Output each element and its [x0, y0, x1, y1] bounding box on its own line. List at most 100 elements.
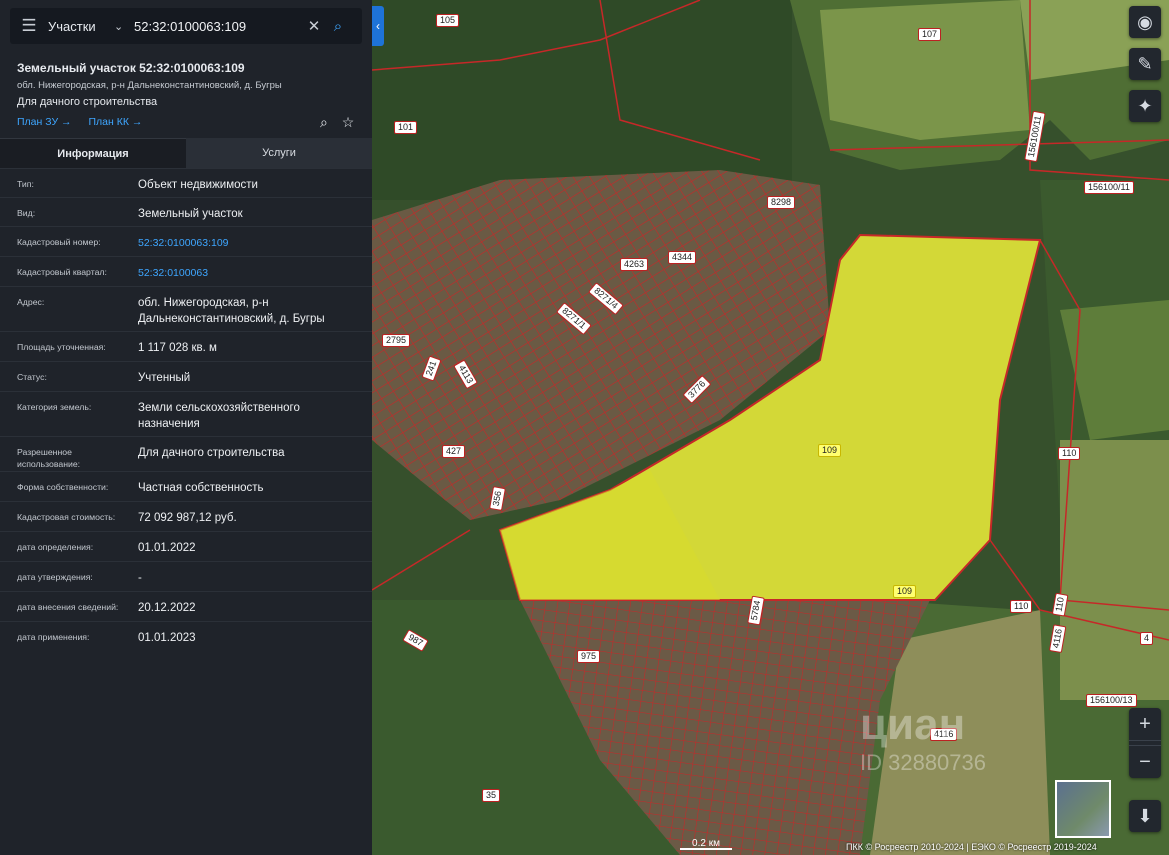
locate-button[interactable]: ✦ — [1129, 90, 1161, 122]
attribute-label: Статус: — [17, 372, 47, 382]
download-button[interactable]: ⬇ — [1129, 800, 1161, 832]
attribute-label: дата применения: — [17, 632, 90, 642]
attribute-row: дата утверждения: - — [0, 561, 372, 591]
plan-links: План ЗУ → План КК → — [17, 116, 156, 128]
cadastral-number-link[interactable]: 52:32:0100063:109 — [138, 235, 358, 251]
attribute-label: Площадь уточненная: — [17, 342, 106, 352]
attribute-value: Для дачного строительства — [138, 447, 285, 459]
attribute-row: Разрешенное использование: Для дачного с… — [0, 436, 372, 471]
attribute-value: - — [138, 572, 142, 584]
attribute-row: Кадастровая стоимость: 72 092 987,12 руб… — [0, 501, 372, 531]
search-input[interactable] — [132, 17, 304, 35]
parcel-label-selected: 109 — [818, 444, 842, 457]
attribute-label: Кадастровый квартал: — [17, 267, 107, 277]
parcel-label: 8298 — [767, 196, 796, 209]
attribute-value: 01.01.2022 — [138, 542, 196, 554]
parcel-label: 975 — [577, 650, 601, 663]
attribute-label: Адрес: — [17, 297, 45, 307]
plus-icon: + — [1139, 712, 1151, 735]
attribute-row: Адрес: обл. Нижегородская, р-н Дальнекон… — [0, 286, 372, 331]
header-actions: ⌕ ☆ — [320, 114, 364, 131]
attribute-row: дата определения: 01.01.2022 — [0, 531, 372, 561]
tab-services[interactable]: Услуги — [186, 138, 372, 168]
attribute-value: 1 117 028 кв. м — [138, 342, 217, 354]
crosshair-icon: ✦ — [1137, 95, 1153, 116]
attribute-value: обл. Нижегородская, р-н Дальнеконстантин… — [138, 297, 325, 325]
tab-bar: Информация Услуги — [0, 138, 372, 168]
parcel-label: 427 — [442, 445, 466, 458]
search-bar: ☰ Участки ⌄ ✕ ⌕ — [10, 8, 362, 44]
close-icon[interactable]: ✕ — [304, 17, 324, 35]
plan-zu-link[interactable]: План ЗУ → — [17, 116, 72, 128]
search-icon[interactable]: ⌕ — [324, 18, 352, 35]
cadastral-quarter-link[interactable]: 52:32:0100063 — [138, 265, 358, 281]
layers-button[interactable]: ◉ — [1129, 6, 1161, 38]
zoom-to-object-icon[interactable]: ⌕ — [320, 114, 328, 130]
globe-icon: ◉ — [1137, 11, 1153, 32]
attribute-label: Разрешенное использование: — [17, 447, 81, 469]
parcel-label: 105 — [436, 14, 460, 27]
attribute-label: Вид: — [17, 208, 36, 218]
watermark-id: ID 32880736 — [860, 750, 986, 775]
parcel-label: 110 — [1058, 447, 1081, 460]
download-icon: ⬇ — [1137, 805, 1153, 826]
ruler-icon: ✎ — [1137, 53, 1153, 74]
collapse-panel-button[interactable]: ‹ — [372, 6, 384, 46]
measure-button[interactable]: ✎ — [1129, 48, 1161, 80]
attribute-label: дата внесения сведений: — [17, 602, 119, 612]
attribute-value: 20.12.2022 — [138, 602, 196, 614]
attribute-label: дата определения: — [17, 542, 94, 552]
zoom-in-button[interactable]: + — [1129, 708, 1161, 740]
attribute-row: дата применения: 01.01.2023 — [0, 621, 372, 651]
tab-information[interactable]: Информация — [0, 138, 186, 168]
parcel-label: 4 — [1140, 632, 1154, 645]
watermark-text: циан — [860, 700, 966, 749]
object-address: обл. Нижегородская, р-н Дальнеконстантин… — [17, 80, 282, 91]
attribute-row: дата внесения сведений: 20.12.2022 — [0, 591, 372, 621]
attribute-row: Статус: Учтенный — [0, 361, 372, 391]
attribute-row: Тип: Объект недвижимости — [0, 168, 372, 197]
parcel-label-selected: 109 — [893, 585, 917, 598]
attribute-row: Категория земель: Земли сельскохозяйстве… — [0, 391, 372, 436]
watermark: циан ID 32880736 — [860, 700, 986, 776]
parcel-label: 110 — [1010, 600, 1033, 613]
attribute-list: Тип: Объект недвижимости Вид: Земельный … — [0, 168, 372, 651]
parcel-label: 4263 — [620, 258, 649, 271]
parcel-label: 4344 — [668, 251, 697, 264]
parcel-label: 35 — [482, 789, 501, 802]
attribute-row: Вид: Земельный участок — [0, 197, 372, 226]
attribute-value: 01.01.2023 — [138, 632, 196, 644]
zoom-out-button[interactable]: − — [1129, 746, 1161, 778]
attribute-label: Кадастровая стоимость: — [17, 512, 116, 522]
attribute-row: Площадь уточненная: 1 117 028 кв. м — [0, 331, 372, 361]
object-title: Земельный участок 52:32:0100063:109 — [17, 61, 245, 75]
parcel-label: 107 — [918, 28, 942, 41]
chevron-down-icon[interactable]: ⌄ — [114, 20, 132, 33]
chevron-left-icon: ‹ — [376, 19, 380, 33]
hamburger-icon[interactable]: ☰ — [10, 16, 48, 36]
attribute-label: дата утверждения: — [17, 572, 93, 582]
zoom-controls: + − — [1129, 708, 1161, 778]
minimap[interactable] — [1055, 780, 1111, 838]
info-panel: ☰ Участки ⌄ ✕ ⌕ Земельный участок 52:32:… — [0, 0, 372, 855]
plan-kk-link[interactable]: План КК → — [88, 116, 142, 128]
parcel-label: 156100/13 — [1086, 694, 1137, 707]
attribute-value: Объект недвижимости — [138, 179, 258, 191]
attribute-value: 72 092 987,12 руб. — [138, 512, 237, 524]
attribute-label: Форма собственности: — [17, 482, 109, 492]
search-category[interactable]: Участки — [48, 19, 114, 34]
parcel-label: 101 — [394, 121, 418, 134]
attribute-row: Кадастровый квартал: 52:32:0100063 — [0, 256, 372, 286]
parcel-label: 156100/11 — [1084, 181, 1134, 194]
object-permitted-use: Для дачного строительства — [17, 96, 158, 108]
scale-bar: 0.2 км — [680, 838, 732, 850]
attribute-label: Кадастровый номер: — [17, 237, 101, 247]
attribute-value: Земельный участок — [138, 208, 243, 220]
attribute-label: Категория земель: — [17, 402, 92, 412]
attribute-value: Учтенный — [138, 372, 191, 384]
attribute-row: Форма собственности: Частная собственнос… — [0, 471, 372, 501]
parcel-label: 2795 — [382, 334, 411, 347]
star-icon[interactable]: ☆ — [342, 114, 355, 130]
attribute-value: Земли сельскохозяйственного назначения — [138, 402, 300, 430]
attribute-value: Частная собственность — [138, 482, 264, 494]
